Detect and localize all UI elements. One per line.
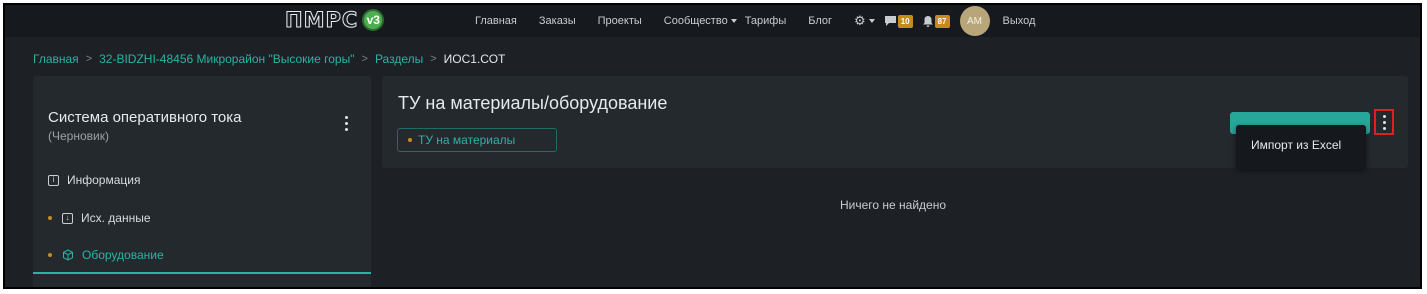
breadcrumb: Главная > 32-BIDZHI-48456 Микрорайон "Вы… xyxy=(33,52,505,66)
sidebar-item-source-data[interactable]: ↓ Исх. данные xyxy=(48,208,151,228)
breadcrumb-home[interactable]: Главная xyxy=(33,52,79,66)
chevron-down-icon xyxy=(868,19,875,23)
notifications-button[interactable]: 87 xyxy=(922,14,950,28)
active-item-underline xyxy=(33,272,371,274)
menu-item-import-excel[interactable]: Импорт из Excel xyxy=(1251,138,1341,152)
top-navbar: ПМРС v3 Главная Заказы Проекты Сообществ… xyxy=(5,5,1420,37)
nav-link-community-label: Сообщество xyxy=(663,15,728,27)
section-title: Система оперативного тока xyxy=(48,109,242,126)
nav-link-blog[interactable]: Блог xyxy=(808,15,832,27)
empty-state-message: Ничего не найдено xyxy=(840,198,947,212)
cube-icon xyxy=(63,249,73,261)
more-vertical-icon xyxy=(1382,113,1386,131)
avatar[interactable]: AM xyxy=(959,6,990,36)
settings-menu[interactable]: ⚙ xyxy=(854,13,875,29)
logo-text: ПМРС xyxy=(284,8,359,33)
nav-link-projects[interactable]: Проекты xyxy=(598,15,642,27)
nav-link-community[interactable]: Сообщество xyxy=(664,15,737,27)
status-dot xyxy=(408,138,412,142)
breadcrumb-project[interactable]: 32-BIDZHI-48456 Микрорайон "Высокие горы… xyxy=(99,52,354,66)
page-title: ТУ на материалы/оборудование xyxy=(398,93,668,113)
status-dot xyxy=(48,216,52,220)
sidebar-item-equipment[interactable]: Оборудование xyxy=(48,245,164,265)
status-dot xyxy=(48,253,52,257)
nav-link-orders[interactable]: Заказы xyxy=(539,15,576,27)
info-icon: i xyxy=(48,174,59,186)
breadcrumb-separator: > xyxy=(430,53,437,65)
breadcrumb-separator: > xyxy=(85,53,93,65)
nav-link-pricing[interactable]: Тарифы xyxy=(745,15,787,27)
sidebar-item-info[interactable]: i Информация xyxy=(48,170,140,190)
breadcrumb-separator: > xyxy=(361,53,368,65)
notifications-count-badge: 87 xyxy=(934,14,950,28)
actions-dropdown: Импорт из Excel xyxy=(1236,125,1366,169)
sidebar-item-label: Оборудование xyxy=(82,248,164,262)
sidebar-item-label: Информация xyxy=(67,173,141,187)
nav-link-home[interactable]: Главная xyxy=(475,15,517,27)
chat-icon xyxy=(884,16,896,26)
version-badge: v3 xyxy=(362,9,385,31)
messages-button[interactable]: 10 xyxy=(884,14,913,28)
breadcrumb-current: ИОС1.СОТ xyxy=(443,52,506,66)
logout-link[interactable]: Выход xyxy=(1003,15,1036,27)
section-menu-icon[interactable] xyxy=(344,114,348,132)
gear-icon: ⚙ xyxy=(854,13,866,28)
chevron-down-icon xyxy=(730,19,737,24)
download-icon: ↓ xyxy=(62,212,73,224)
section-status: (Черновик) xyxy=(48,129,109,143)
sidebar-item-label: Исх. данные xyxy=(81,211,151,225)
section-sidebar: Система оперативного тока (Черновик) i И… xyxy=(33,76,371,287)
filter-tag[interactable]: ТУ на материалы xyxy=(397,128,557,152)
logo[interactable]: ПМРС v3 xyxy=(284,8,385,33)
app-window: ПМРС v3 Главная Заказы Проекты Сообществ… xyxy=(3,3,1422,289)
more-actions-button[interactable] xyxy=(1374,109,1394,135)
filter-tag-label: ТУ на материалы xyxy=(418,133,516,147)
messages-count-badge: 10 xyxy=(897,14,913,28)
bell-icon xyxy=(922,15,933,27)
breadcrumb-sections[interactable]: Разделы xyxy=(375,52,423,66)
nav-links: Главная Заказы Проекты Сообщество Тарифы… xyxy=(475,5,1057,37)
